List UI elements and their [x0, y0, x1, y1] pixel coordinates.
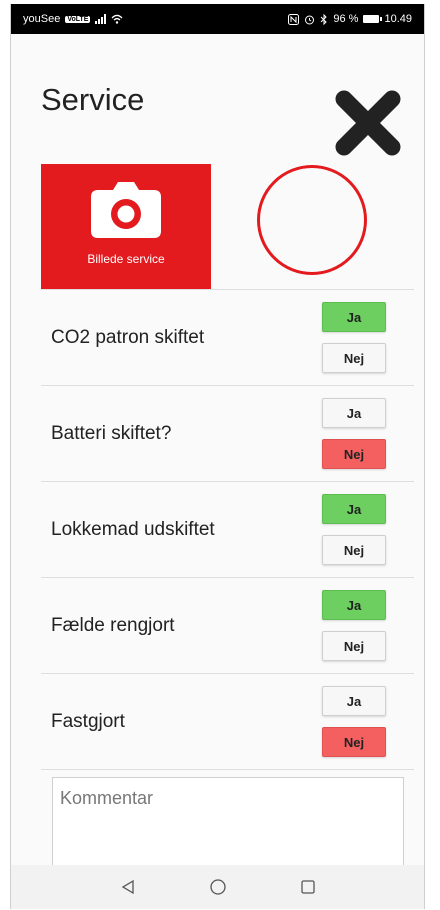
battery-icon [363, 15, 383, 23]
checklist-label: Batteri skiftet? [51, 423, 172, 444]
checklist-row: Fælde rengjort Ja Nej [41, 577, 414, 673]
photo-service-label: Billede service [87, 252, 165, 266]
app-frame: youSee VoLTE 96 % 10.49 Service Billede … [10, 4, 425, 909]
checklist-row: CO2 patron skiftet Ja Nej [41, 289, 414, 385]
status-left: youSee VoLTE [23, 13, 123, 25]
checklist-row: Lokkemad udskiftet Ja Nej [41, 481, 414, 577]
carrier-name: youSee [23, 13, 61, 25]
navigation-bar [11, 865, 424, 909]
alarm-icon [305, 15, 315, 24]
back-triangle-icon[interactable] [114, 873, 142, 901]
yes-button[interactable]: Ja [322, 686, 386, 716]
no-button[interactable]: Nej [322, 535, 386, 565]
signal-icon [95, 14, 107, 24]
no-button[interactable]: Nej [322, 631, 386, 661]
checklist-label: Lokkemad udskiftet [51, 519, 215, 540]
wifi-icon [111, 14, 123, 24]
checklist-label: Fælde rengjort [51, 615, 175, 636]
bluetooth-icon [321, 13, 328, 25]
no-button[interactable]: Nej [322, 727, 386, 757]
photo-preview-circle[interactable] [257, 165, 367, 275]
yes-button[interactable]: Ja [322, 590, 386, 620]
checklist-row: Batteri skiftet? Ja Nej [41, 385, 414, 481]
camera-icon [91, 182, 161, 238]
battery-percent: 96 % [333, 13, 359, 25]
close-icon[interactable] [333, 88, 403, 158]
volte-badge: VoLTE [65, 15, 91, 23]
page-title: Service [41, 82, 145, 117]
yes-button[interactable]: Ja [322, 494, 386, 524]
recents-square-icon[interactable] [294, 873, 322, 901]
yes-button[interactable]: Ja [322, 302, 386, 332]
status-bar: youSee VoLTE 96 % 10.49 [11, 4, 424, 34]
no-button[interactable]: Nej [322, 343, 386, 373]
nfc-icon [288, 13, 300, 25]
checklist-row: Fastgjort Ja Nej [41, 673, 414, 769]
photo-service-button[interactable]: Billede service [41, 164, 211, 289]
checklist-label: Fastgjort [51, 711, 125, 732]
home-circle-icon[interactable] [204, 873, 232, 901]
no-button[interactable]: Nej [322, 439, 386, 469]
yes-button[interactable]: Ja [322, 398, 386, 428]
clock: 10.49 [384, 13, 412, 25]
checklist: CO2 patron skiftet Ja Nej Batteri skiftet? J… [41, 289, 414, 770]
status-right: 96 % 10.49 [288, 13, 412, 25]
checklist-label: CO2 patron skiftet [51, 327, 205, 348]
